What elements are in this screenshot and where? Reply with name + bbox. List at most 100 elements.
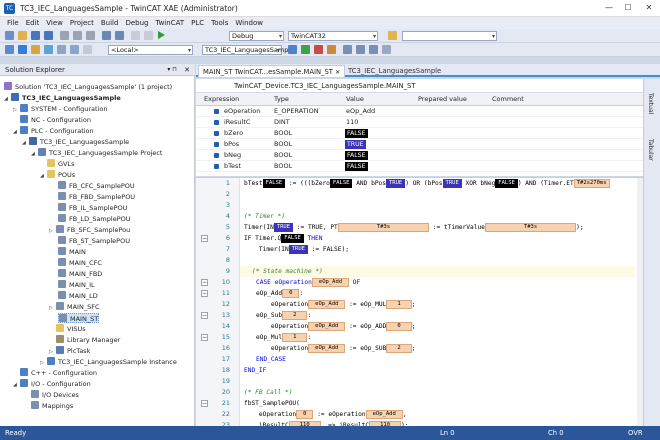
target-select[interactable]: <Local>	[108, 45, 193, 55]
tree-item[interactable]: ▷ PlcTask	[49, 346, 90, 356]
show-sub-items-icon[interactable]	[70, 45, 79, 54]
menu-edit[interactable]: Edit	[23, 17, 44, 29]
table-row[interactable]: bTest BOOL FALSE	[196, 161, 643, 172]
plc-start-icon[interactable]	[301, 45, 310, 54]
choose-target-icon[interactable]	[44, 45, 53, 54]
toggle-icon[interactable]	[83, 45, 92, 54]
col-value[interactable]: Value	[346, 93, 364, 106]
breakpoint-icon[interactable]	[382, 45, 391, 54]
menu-debug[interactable]: Debug	[122, 17, 152, 29]
tab-project[interactable]: TC3_IEC_LanguagesSample	[344, 65, 445, 77]
login-icon[interactable]	[288, 45, 297, 54]
expand-icon[interactable]: ▷	[49, 347, 55, 357]
tree-item[interactable]: C++ - Configuration	[13, 368, 97, 378]
expand-icon[interactable]: ▷	[49, 226, 55, 236]
tree-item[interactable]: ◢ POUs	[40, 170, 75, 180]
find-icon[interactable]	[388, 31, 397, 40]
undo-icon[interactable]	[102, 31, 111, 40]
tree-item[interactable]: ◢ PLC - Configuration	[13, 126, 94, 136]
open-icon[interactable]	[18, 31, 27, 40]
tree-item[interactable]: Solution 'TC3_IEC_LanguagesSample' (1 pr…	[4, 82, 172, 92]
copy-icon[interactable]	[73, 31, 82, 40]
tree-item[interactable]: FB_LD_SamplePOU	[58, 214, 131, 224]
maximize-button[interactable]: ☐	[619, 1, 637, 15]
menu-view[interactable]: View	[43, 17, 67, 29]
step-into-icon[interactable]	[356, 45, 365, 54]
tree-item[interactable]: NC - Configuration	[13, 115, 91, 125]
save-icon[interactable]	[31, 31, 40, 40]
tree-item[interactable]: FB_FBD_SamplePOU	[58, 192, 135, 202]
tree-item[interactable]: ▷ SYSTEM - Configuration	[13, 104, 107, 114]
tree-item[interactable]: ◢ TC3_IEC_LanguagesSample	[22, 137, 129, 147]
tree-item[interactable]: MAIN_IL	[58, 280, 95, 290]
menu-window[interactable]: Window	[232, 17, 267, 29]
tree-item-selected[interactable]: MAIN_ST	[58, 313, 100, 323]
tree-item[interactable]: Library Manager	[49, 335, 120, 345]
platform-select[interactable]: TwinCAT32	[288, 31, 378, 41]
save-all-icon[interactable]	[44, 31, 53, 40]
tree-item[interactable]: ▷ TC3_IEC_LanguagesSample Instance	[40, 357, 177, 367]
tree-item[interactable]: ◢ TC3_IEC_LanguagesSample	[4, 93, 121, 103]
menu-twincat[interactable]: TwinCAT	[152, 17, 188, 29]
tree-item[interactable]: VISUs	[49, 324, 86, 334]
project-select[interactable]: TC3_IEC_LanguagesSamp	[202, 45, 288, 55]
table-row[interactable]: bNeg BOOL FALSE	[196, 150, 643, 161]
tree-item[interactable]: ▷ MAIN_SFC	[49, 302, 100, 312]
collapse-icon[interactable]: ◢	[31, 149, 37, 159]
pin-icon[interactable]: ▾ ⊓	[167, 64, 177, 76]
fold-icon[interactable]: −	[201, 400, 208, 407]
collapse-icon[interactable]: ◢	[22, 138, 28, 148]
col-prepared[interactable]: Prepared value	[418, 93, 467, 106]
cut-icon[interactable]	[60, 31, 69, 40]
redo-icon[interactable]	[115, 31, 124, 40]
tree-item[interactable]: MAIN_FBD	[58, 269, 102, 279]
menu-build[interactable]: Build	[98, 17, 123, 29]
plc-stop-icon[interactable]	[314, 45, 323, 54]
table-row[interactable]: iResultC DINT 110	[196, 117, 643, 128]
code-editor[interactable]: 1 2 3 4 5 6 7 8 9 10 11 12 13 14 15 16 1…	[196, 177, 643, 430]
fold-icon[interactable]: −	[201, 290, 208, 297]
find-combo[interactable]	[402, 31, 497, 41]
table-row[interactable]: eOperation E_OPERATION eOp_Add	[196, 106, 643, 117]
tree-item[interactable]: GVLs	[40, 159, 75, 169]
collapse-icon[interactable]: ◢	[13, 127, 19, 137]
close-tab-icon[interactable]: ✕	[335, 69, 340, 76]
fold-icon[interactable]: −	[201, 235, 208, 242]
tab-tabular[interactable]: Tabular	[647, 139, 654, 161]
col-expression[interactable]: Expression	[204, 93, 239, 106]
new-project-icon[interactable]	[5, 31, 14, 40]
tab-textual[interactable]: Textual	[647, 93, 654, 114]
scope-icon[interactable]	[57, 45, 66, 54]
collapse-icon[interactable]: ◢	[40, 171, 46, 181]
fold-icon[interactable]: −	[201, 279, 208, 286]
activate-config-icon[interactable]	[5, 45, 14, 54]
step-over-icon[interactable]	[343, 45, 352, 54]
fold-icon[interactable]: −	[201, 312, 208, 319]
tree-item[interactable]: Mappings	[31, 401, 73, 411]
menu-project[interactable]: Project	[67, 17, 98, 29]
config-mode-icon[interactable]	[31, 45, 40, 54]
expand-icon[interactable]: ▷	[40, 358, 46, 368]
tree-item[interactable]: I/O Devices	[31, 390, 79, 400]
fold-icon[interactable]: −	[201, 334, 208, 341]
close-button[interactable]: ✕	[640, 1, 658, 15]
close-panel-icon[interactable]: ✕	[184, 64, 190, 76]
tree-item[interactable]: MAIN_CFC	[58, 258, 102, 268]
vertical-scrollbar[interactable]	[637, 178, 643, 427]
minimize-button[interactable]: —	[600, 1, 618, 15]
col-type[interactable]: Type	[274, 93, 289, 106]
start-icon[interactable]	[158, 31, 165, 39]
paste-icon[interactable]	[86, 31, 95, 40]
tree-item[interactable]: MAIN	[58, 247, 86, 257]
col-comment[interactable]: Comment	[492, 93, 524, 106]
step-out-icon[interactable]	[369, 45, 378, 54]
restart-icon[interactable]	[18, 45, 27, 54]
tree-item[interactable]: MAIN_LD	[58, 291, 98, 301]
expand-icon[interactable]: ▷	[13, 105, 19, 115]
tree-item[interactable]: ▷ FB_SFC_SamplePou	[49, 225, 130, 235]
menu-file[interactable]: File	[4, 17, 23, 29]
tree-item[interactable]: FB_IL_SamplePOU	[58, 203, 127, 213]
navigate-back-icon[interactable]	[131, 31, 140, 40]
menu-plc[interactable]: PLC	[188, 17, 208, 29]
table-row[interactable]: bPos BOOL TRUE	[196, 139, 643, 150]
